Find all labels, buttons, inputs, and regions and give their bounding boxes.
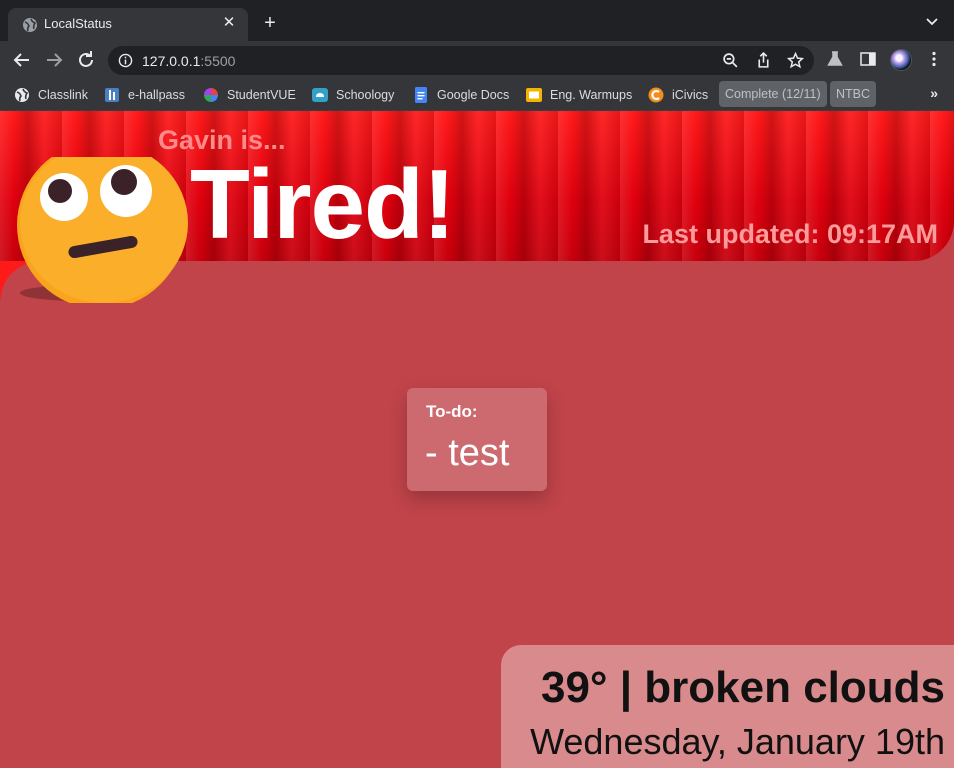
last-updated-text: Last updated: 09:17AM [642,219,938,249]
more-bookmarks-chevron-icon[interactable]: » [930,85,938,101]
reload-icon[interactable] [74,48,98,72]
status-heading: Tired! [190,149,455,259]
page-content: Gavin is... Tired! Last updated: 09:17AM… [0,111,954,768]
weather-panel: 39° | broken clouds Wednesday, January 1… [501,645,954,768]
bookmark-studentvue[interactable]: StudentVUE [203,84,296,106]
todo-card: To-do: - test [407,388,547,491]
bookmark-icivics[interactable]: iCivics [648,84,708,106]
current-date: Wednesday, January 19th [530,721,945,762]
new-tab-button[interactable]: + [258,11,282,35]
labs-flask-icon[interactable] [826,50,844,68]
zoom-icon[interactable] [722,52,739,69]
menu-kebab-icon[interactable] [925,50,943,68]
globe-icon [15,88,29,102]
profile-avatar[interactable] [890,49,912,71]
tab-strip: LocalStatus ✕ + [0,0,954,41]
bookmark-folder-complete[interactable]: Complete (12/11) [719,81,827,107]
bookmark-eng-warmups[interactable]: Eng. Warmups [526,84,632,106]
google-docs-icon [415,87,427,103]
weather-summary: 39° | broken clouds [540,663,945,712]
bookmark-star-icon[interactable] [787,52,804,69]
browser-toolbar: 127.0.0.1:5500 [0,41,954,79]
bookmark-google-docs[interactable]: Google Docs [413,84,509,106]
browser-tab[interactable]: LocalStatus ✕ [8,8,248,41]
icivics-icon [648,87,664,103]
google-slides-icon [526,88,542,102]
close-tab-icon[interactable]: ✕ [220,14,238,32]
bookmark-e-hallpass[interactable]: e-hallpass [104,84,185,106]
side-panel-icon[interactable] [859,50,877,68]
tab-title: LocalStatus [44,16,112,31]
hallpass-icon [105,88,119,102]
face-with-rolling-eyes-icon [17,157,188,303]
todo-item: - test [425,432,510,474]
address-bar[interactable]: 127.0.0.1:5500 [108,46,814,75]
forward-icon[interactable] [42,48,66,72]
bookmarks-bar: Classlink e-hallpass StudentVUE Schoolog… [0,79,954,111]
schoology-icon [312,88,328,102]
todo-title: To-do: [426,402,478,421]
url-text[interactable]: 127.0.0.1:5500 [142,53,235,69]
globe-icon [23,18,37,32]
tab-search-chevron-icon[interactable] [924,13,940,29]
studentvue-icon [204,88,218,102]
share-icon[interactable] [755,52,772,69]
bookmark-classlink[interactable]: Classlink [14,84,88,106]
back-icon[interactable] [10,48,34,72]
bookmark-schoology[interactable]: Schoology [312,84,394,106]
site-info-icon[interactable] [118,53,133,68]
bookmark-folder-ntbc[interactable]: NTBC [830,81,877,107]
